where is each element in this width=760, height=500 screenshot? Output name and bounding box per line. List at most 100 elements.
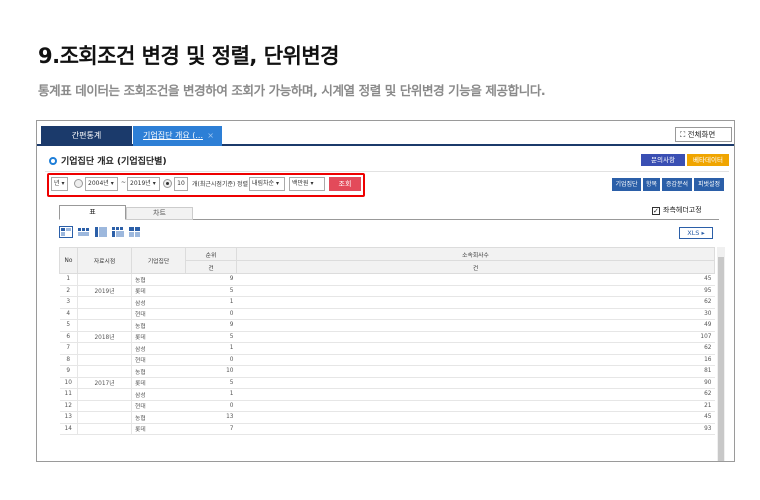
fullscreen-button[interactable]: ⛶ 전체화면 [675, 127, 732, 142]
chevron-down-icon: ▾ [108, 180, 114, 187]
cell-count: 62 [236, 388, 715, 401]
close-icon[interactable]: × [207, 126, 214, 146]
divider [45, 171, 729, 172]
cell-group: 롯데 [131, 423, 186, 435]
layout-5-icon[interactable] [128, 226, 142, 238]
cell-year [77, 423, 132, 435]
cell-no: 11 [59, 388, 78, 401]
beta-data-button[interactable]: 베타데이터 [687, 154, 729, 166]
recent-count-radio[interactable] [163, 179, 172, 188]
app-screenshot: 간편통계 기업집단 개요 (... × ⛶ 전체화면 기업집단 개요 (기업집단… [36, 120, 735, 462]
layout-1-icon[interactable] [59, 226, 73, 238]
layout-2-icon[interactable] [77, 226, 91, 238]
cell-no: 5 [59, 319, 78, 332]
cell-year [77, 273, 132, 286]
cell-rank: 0 [185, 400, 237, 412]
section-title: 기업집단 개요 (기업집단별) [49, 154, 167, 167]
cell-no: 6 [59, 331, 78, 343]
page-subtitle: 통계표 데이터는 조회조건을 변경하여 조회가 가능하며, 시계열 정렬 및 단… [38, 83, 546, 98]
cell-rank: 5 [185, 331, 237, 343]
scrollbar-thumb[interactable] [718, 257, 724, 461]
cell-group: 롯데 [131, 377, 186, 389]
tab-home[interactable]: 간편통계 [41, 126, 132, 146]
freeze-header-label: 좌측헤더고정 [663, 206, 702, 214]
cell-group: 현대 [131, 400, 186, 412]
cell-year: 2018년 [77, 331, 132, 343]
cell-count: 45 [236, 411, 715, 424]
view-tabs: 표 차트 [59, 205, 719, 220]
cell-rank: 0 [185, 354, 237, 366]
header-rank[interactable]: 순위 [185, 247, 237, 261]
cell-no: 10 [59, 377, 78, 389]
cell-year: 2019년 [77, 285, 132, 297]
search-button[interactable]: 조회 [329, 177, 361, 191]
fullscreen-label: 전체화면 [687, 130, 716, 139]
recent-count-input[interactable]: 10 [174, 177, 188, 191]
inquiry-button[interactable]: 문의사항 [641, 154, 685, 166]
tab-table[interactable]: 표 [59, 205, 126, 220]
table-row: 4 현대 0 30 [59, 308, 715, 320]
sort-label: 정렬 [237, 181, 249, 188]
cell-rank: 1 [185, 388, 237, 401]
xls-download-button[interactable]: XLS ▸ [679, 227, 713, 239]
cell-group: 농협 [131, 319, 186, 332]
cell-year [77, 388, 132, 401]
layout-3-icon[interactable] [94, 226, 108, 238]
pivot-settings-button[interactable]: 피벗설정 [694, 178, 724, 191]
cell-no: 2 [59, 285, 78, 297]
sort-select[interactable]: 내림차순 ▾ [249, 177, 285, 191]
checkbox-checked-icon: ✓ [652, 207, 660, 215]
cell-count: 90 [236, 377, 715, 389]
table-row: 11 삼성 1 62 [59, 388, 715, 401]
cell-year [77, 296, 132, 309]
table-row: 5 농협 9 49 [59, 319, 715, 332]
tab-chart[interactable]: 차트 [126, 207, 193, 220]
cell-rank: 0 [185, 308, 237, 320]
period-range-radio[interactable] [74, 179, 83, 188]
cell-rank: 1 [185, 296, 237, 309]
cell-no: 1 [59, 273, 78, 286]
item-button[interactable]: 항목 [643, 178, 660, 191]
group-button[interactable]: 기업집단 [612, 178, 641, 191]
vertical-scrollbar[interactable] [717, 247, 725, 461]
chevron-down-icon: ▾ [308, 180, 314, 187]
tab-active-label: 기업집단 개요 (... [143, 131, 203, 140]
header-group[interactable]: 기업집단 [131, 247, 186, 274]
data-table: No 자료시점 기업집단 순위 소속회사수 건 건 1 농협 9 45 2 2019년 롯데… [59, 247, 715, 435]
to-year-select[interactable]: 2019년 ▾ [127, 177, 160, 191]
cell-rank: 9 [185, 273, 237, 286]
layout-4-icon[interactable] [111, 226, 125, 238]
period-unit-select[interactable]: 년 ▾ [51, 177, 68, 191]
table-row: 6 2018년 롯데 5 107 [59, 331, 715, 343]
freeze-header-checkbox[interactable]: ✓ 좌측헤더고정 [652, 205, 702, 215]
tab-active[interactable]: 기업집단 개요 (... × [133, 126, 222, 146]
range-tilde: ~ [121, 179, 127, 186]
header-affiliates[interactable]: 소속회사수 [236, 247, 715, 261]
cell-rank: 5 [185, 285, 237, 297]
cell-count: 62 [236, 296, 715, 309]
cell-count: 81 [236, 365, 715, 378]
cell-count: 30 [236, 308, 715, 320]
cell-no: 14 [59, 423, 78, 435]
header-period[interactable]: 자료시점 [77, 247, 132, 274]
cell-rank: 10 [185, 365, 237, 378]
header-no[interactable]: No [59, 247, 78, 274]
unit-select[interactable]: 백만원 ▾ [289, 177, 325, 191]
cell-year [77, 308, 132, 320]
cell-rank: 5 [185, 377, 237, 389]
cell-count: 95 [236, 285, 715, 297]
from-year-select[interactable]: 2004년 ▾ [85, 177, 118, 191]
change-analysis-button[interactable]: 증감분석 [662, 178, 692, 191]
cell-no: 12 [59, 400, 78, 412]
cell-count: 93 [236, 423, 715, 435]
cell-year [77, 365, 132, 378]
cell-count: 107 [236, 331, 715, 343]
cell-rank: 1 [185, 342, 237, 355]
table-row: 1 농협 9 45 [59, 273, 715, 286]
tab-bar: 간편통계 기업집단 개요 (... × ⛶ 전체화면 [37, 121, 734, 146]
cell-count: 45 [236, 273, 715, 286]
cell-year [77, 411, 132, 424]
cell-group: 농협 [131, 273, 186, 286]
cell-count: 49 [236, 319, 715, 332]
table-row: 8 현대 0 16 [59, 354, 715, 366]
